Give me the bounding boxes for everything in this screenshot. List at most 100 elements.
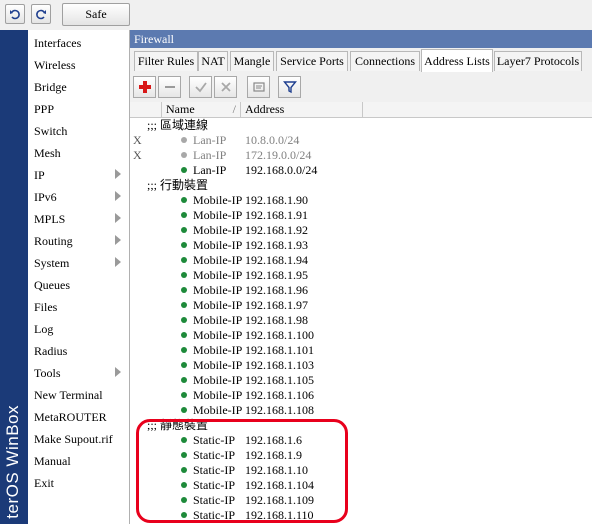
- comment-row[interactable]: ;;; 行動裝置: [130, 178, 592, 193]
- table-row[interactable]: Mobile-IP 192.168.1.105: [130, 373, 592, 388]
- row-address: 192.168.1.105: [245, 373, 314, 387]
- menu-item-tools[interactable]: Tools: [28, 362, 129, 384]
- row-name-cell: Mobile-IP: [181, 373, 242, 388]
- row-comment: ;;; 行動裝置: [147, 178, 209, 192]
- flag-column-header[interactable]: [130, 102, 162, 117]
- menu-item-label: Radius: [34, 344, 68, 358]
- menu-item-switch[interactable]: Switch: [28, 120, 129, 142]
- row-address: 192.168.1.103: [245, 358, 314, 372]
- disable-button[interactable]: [214, 76, 237, 98]
- sort-indicator: /: [232, 102, 236, 116]
- status-dot-icon: [181, 377, 187, 383]
- row-name-cell: Mobile-IP: [181, 328, 242, 343]
- comment-button[interactable]: [247, 76, 270, 98]
- menu-item-wireless[interactable]: Wireless: [28, 54, 129, 76]
- tab-connections[interactable]: Connections: [350, 51, 420, 71]
- menu-item-radius[interactable]: Radius: [28, 340, 129, 362]
- menu-item-label: Interfaces: [34, 36, 82, 50]
- row-name-cell: Mobile-IP: [181, 343, 242, 358]
- status-dot-icon: [181, 212, 187, 218]
- remove-button[interactable]: [158, 76, 181, 98]
- table-row[interactable]: Mobile-IP 192.168.1.96: [130, 283, 592, 298]
- menu-item-manual[interactable]: Manual: [28, 450, 129, 472]
- table-row[interactable]: Mobile-IP 192.168.1.94: [130, 253, 592, 268]
- menu-item-ipv6[interactable]: IPv6: [28, 186, 129, 208]
- name-column-header[interactable]: Name /: [162, 102, 241, 117]
- menu-item-files[interactable]: Files: [28, 296, 129, 318]
- menu-item-new-terminal[interactable]: New Terminal: [28, 384, 129, 406]
- menu-item-exit[interactable]: Exit: [28, 472, 129, 494]
- table-row[interactable]: X Lan-IP 10.8.0.0/24: [130, 133, 592, 148]
- enable-button[interactable]: [189, 76, 212, 98]
- filter-button[interactable]: [278, 76, 301, 98]
- table-row[interactable]: Mobile-IP 192.168.1.108: [130, 403, 592, 418]
- menu-item-queues[interactable]: Queues: [28, 274, 129, 296]
- status-dot-icon: [181, 362, 187, 368]
- table-row[interactable]: Mobile-IP 192.168.1.101: [130, 343, 592, 358]
- menu-item-mesh[interactable]: Mesh: [28, 142, 129, 164]
- add-button[interactable]: [133, 76, 156, 98]
- menu-item-ip[interactable]: IP: [28, 164, 129, 186]
- comment-row[interactable]: ;;; 區域連線: [130, 118, 592, 133]
- menu-item-interfaces[interactable]: Interfaces: [28, 32, 129, 54]
- safe-mode-button[interactable]: Safe Mode: [62, 3, 130, 42]
- row-name-cell: Lan-IP: [181, 133, 226, 148]
- tab-service-ports[interactable]: Service Ports: [276, 51, 348, 71]
- tab-layer7-protocols[interactable]: Layer7 Protocols: [494, 51, 582, 71]
- menu-item-label: MetaROUTER: [34, 410, 107, 424]
- row-address: 192.168.1.97: [245, 298, 308, 312]
- status-dot-icon: [181, 332, 187, 338]
- table-row[interactable]: Mobile-IP 192.168.1.97: [130, 298, 592, 313]
- table-row[interactable]: Mobile-IP 192.168.1.91: [130, 208, 592, 223]
- menu-item-metarouter[interactable]: MetaROUTER: [28, 406, 129, 428]
- check-icon: [194, 82, 207, 93]
- row-disabled-flag: X: [133, 148, 142, 162]
- table-row[interactable]: Mobile-IP 192.168.1.98: [130, 313, 592, 328]
- menu-item-system[interactable]: System: [28, 252, 129, 274]
- table-row[interactable]: Mobile-IP 192.168.1.95: [130, 268, 592, 283]
- status-dot-icon: [181, 197, 187, 203]
- table-row[interactable]: Mobile-IP 192.168.1.93: [130, 238, 592, 253]
- tab-mangle[interactable]: Mangle: [230, 51, 274, 71]
- submenu-arrow-icon: [115, 367, 121, 377]
- window-title: Firewall: [130, 30, 592, 48]
- address-column-header[interactable]: Address: [241, 102, 363, 117]
- menu-item-bridge[interactable]: Bridge: [28, 76, 129, 98]
- row-name: Mobile-IP: [193, 343, 243, 357]
- row-name-cell: Mobile-IP: [181, 283, 242, 298]
- row-name: Mobile-IP: [193, 253, 243, 267]
- row-address: 192.168.1.91: [245, 208, 308, 222]
- menu-item-mpls[interactable]: MPLS: [28, 208, 129, 230]
- table-row[interactable]: X Lan-IP 172.19.0.0/24: [130, 148, 592, 163]
- menu-item-log[interactable]: Log: [28, 318, 129, 340]
- redo-button[interactable]: [31, 4, 51, 24]
- row-name: Mobile-IP: [193, 298, 243, 312]
- table-row[interactable]: Mobile-IP 192.168.1.106: [130, 388, 592, 403]
- table-row[interactable]: Mobile-IP 192.168.1.103: [130, 358, 592, 373]
- row-comment: ;;; 區域連線: [147, 118, 209, 132]
- top-toolbar: Safe Mode: [0, 0, 592, 42]
- table-row[interactable]: Mobile-IP 192.168.1.90: [130, 193, 592, 208]
- tab-nat[interactable]: NAT: [198, 51, 228, 71]
- tab-address-lists[interactable]: Address Lists: [421, 49, 493, 72]
- highlight-annotation: [136, 419, 348, 523]
- row-name-cell: Lan-IP: [181, 148, 226, 163]
- submenu-arrow-icon: [115, 257, 121, 267]
- submenu-arrow-icon: [115, 191, 121, 201]
- menu-item-routing[interactable]: Routing: [28, 230, 129, 252]
- menu-item-make-supout-rif[interactable]: Make Supout.rif: [28, 428, 129, 450]
- row-name: Mobile-IP: [193, 373, 243, 387]
- row-name: Mobile-IP: [193, 208, 243, 222]
- table-row[interactable]: Lan-IP 192.168.0.0/24: [130, 163, 592, 178]
- row-address: 192.168.1.100: [245, 328, 314, 342]
- row-address: 192.168.1.95: [245, 268, 308, 282]
- menu-item-label: Make Supout.rif: [34, 432, 113, 446]
- undo-button[interactable]: [5, 4, 25, 24]
- tab-filter-rules[interactable]: Filter Rules: [134, 51, 198, 71]
- menu-item-ppp[interactable]: PPP: [28, 98, 129, 120]
- row-name: Mobile-IP: [193, 328, 243, 342]
- side-label: terOS WinBox: [3, 405, 22, 519]
- table-row[interactable]: Mobile-IP 192.168.1.100: [130, 328, 592, 343]
- table-row[interactable]: Mobile-IP 192.168.1.92: [130, 223, 592, 238]
- menu-item-label: Tools: [34, 366, 61, 380]
